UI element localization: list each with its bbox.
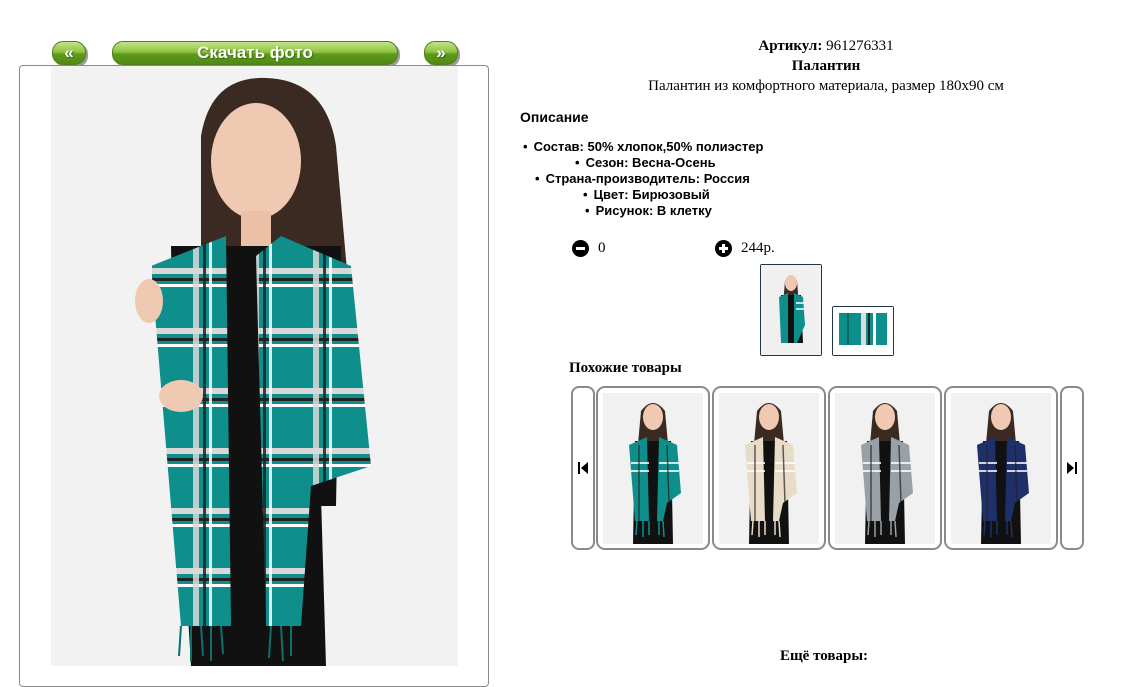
- product-name: Палантин: [791, 58, 861, 74]
- plus-icon[interactable]: [715, 240, 732, 257]
- next-photo-button[interactable]: »: [424, 41, 458, 65]
- spec-composition: Состав: 50% хлопок,50% полиэстер: [523, 139, 764, 154]
- more-products-heading: Ещё товары:: [780, 648, 869, 664]
- article-value: 961276331: [826, 38, 894, 54]
- similar-card-1[interactable]: [596, 386, 710, 550]
- fabric-thumbnail[interactable]: [832, 306, 894, 356]
- description-heading: Описание: [520, 109, 589, 125]
- spec-pattern: Рисунок: В клетку: [585, 203, 712, 218]
- article-line: Артикул: 961276331: [520, 38, 1130, 55]
- download-photo-button[interactable]: Скачать фото: [112, 41, 398, 65]
- prev-photo-button[interactable]: «: [52, 41, 86, 65]
- similar-photo-navy: [951, 393, 1051, 544]
- similar-prev-button[interactable]: [571, 386, 595, 550]
- skip-back-icon: [578, 462, 588, 474]
- photo-thumbnail[interactable]: [760, 264, 822, 356]
- spec-color: Цвет: Бирюзовый: [583, 187, 710, 202]
- product-subtitle: Палантин из комфортного материала, разме…: [648, 78, 1004, 94]
- article-label: Артикул:: [758, 38, 823, 54]
- similar-photo-grey: [835, 393, 935, 544]
- spec-season: Сезон: Весна-Осень: [575, 155, 716, 170]
- similar-next-button[interactable]: [1060, 386, 1084, 550]
- similar-card-4[interactable]: [944, 386, 1058, 550]
- similar-card-2[interactable]: [712, 386, 826, 550]
- similar-photo-beige: [719, 393, 819, 544]
- similar-products-heading: Похожие товары: [569, 360, 682, 376]
- skip-forward-icon: [1067, 462, 1077, 474]
- main-product-photo[interactable]: [51, 66, 458, 666]
- similar-card-3[interactable]: [828, 386, 942, 550]
- price-value: 244р.: [741, 240, 775, 256]
- quantity-value: 0: [598, 240, 606, 256]
- main-photo-frame: [19, 65, 489, 687]
- minus-icon[interactable]: [572, 240, 589, 257]
- similar-photo-teal: [603, 393, 703, 544]
- spec-country: Страна-производитель: Россия: [535, 171, 750, 186]
